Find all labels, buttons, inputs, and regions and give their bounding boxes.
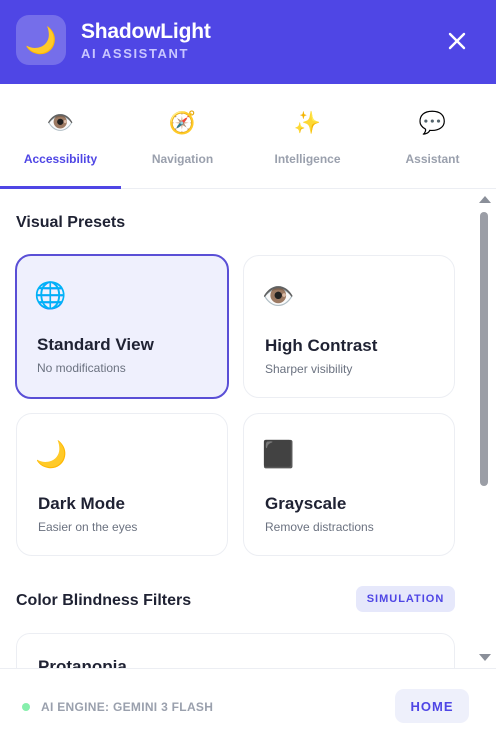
scrollbar-thumb[interactable] <box>480 212 488 486</box>
preset-card-high-contrast[interactable]: 👁️ High Contrast Sharper visibility <box>243 255 455 398</box>
status-dot <box>22 703 30 711</box>
crescent-moon-icon: 🌙 <box>35 439 68 469</box>
filter-card-protanopia[interactable]: Protanopia <box>16 633 455 668</box>
tab-label: Intelligence <box>274 152 341 166</box>
section-title-visual-presets: Visual Presets <box>16 214 126 231</box>
scroll-down-arrow-icon[interactable] <box>479 654 491 661</box>
preset-subtitle: No modifications <box>37 361 126 375</box>
tab-accessibility[interactable]: 👁️ Accessibility <box>0 84 121 189</box>
preset-title: Grayscale <box>265 494 347 513</box>
sparkles-icon: ✨ <box>293 110 322 135</box>
app-footer: AI ENGINE: GEMINI 3 FLASH HOME <box>0 668 496 745</box>
tab-label: Assistant <box>405 152 460 166</box>
settings-content: Visual Presets 🌐 Standard View No modifi… <box>0 190 476 668</box>
preset-card-standard-view[interactable]: 🌐 Standard View No modifications <box>15 254 229 399</box>
simulation-badge: SIMULATION <box>356 586 455 612</box>
tab-assistant[interactable]: 💬 Assistant <box>372 84 493 188</box>
section-title-color-blindness: Color Blindness Filters <box>16 592 192 609</box>
app-title: ShadowLight <box>81 20 211 43</box>
eye-icon: 👁️ <box>262 281 295 311</box>
tab-intelligence[interactable]: ✨ Intelligence <box>247 84 368 188</box>
speech-bubble-icon: 💬 <box>418 110 447 135</box>
preset-title: Standard View <box>37 335 154 354</box>
scroll-up-arrow-icon[interactable] <box>479 196 491 203</box>
tab-label: Accessibility <box>23 152 98 166</box>
close-icon <box>448 32 466 50</box>
crescent-moon-icon: 🌙 <box>24 24 58 55</box>
preset-card-grayscale[interactable]: ⬛ Grayscale Remove distractions <box>243 413 455 556</box>
app-header: 🌙 ShadowLight AI ASSISTANT <box>0 0 496 84</box>
close-button[interactable] <box>440 24 474 58</box>
scrollbar[interactable] <box>477 192 492 666</box>
tab-bar: 👁️ Accessibility 🧭 Navigation ✨ Intellig… <box>0 84 496 189</box>
preset-subtitle: Sharper visibility <box>265 362 353 376</box>
filter-title: Protanopia <box>38 657 127 668</box>
app-logo: 🌙 <box>16 15 66 65</box>
preset-title: Dark Mode <box>38 494 125 513</box>
preset-subtitle: Remove distractions <box>265 520 374 534</box>
eye-icon: 👁️ <box>46 110 75 135</box>
preset-card-dark-mode[interactable]: 🌙 Dark Mode Easier on the eyes <box>16 413 228 556</box>
compass-icon: 🧭 <box>168 110 197 135</box>
tab-label: Navigation <box>151 152 214 166</box>
preset-subtitle: Easier on the eyes <box>38 520 138 534</box>
app-subtitle: AI ASSISTANT <box>81 46 190 61</box>
tab-navigation[interactable]: 🧭 Navigation <box>122 84 243 188</box>
preset-title: High Contrast <box>265 336 378 355</box>
home-button[interactable]: HOME <box>395 689 469 723</box>
globe-icon: 🌐 <box>34 280 67 310</box>
black-square-icon: ⬛ <box>262 439 295 469</box>
active-tab-indicator <box>0 186 121 189</box>
engine-status: AI ENGINE: GEMINI 3 FLASH <box>41 700 214 714</box>
